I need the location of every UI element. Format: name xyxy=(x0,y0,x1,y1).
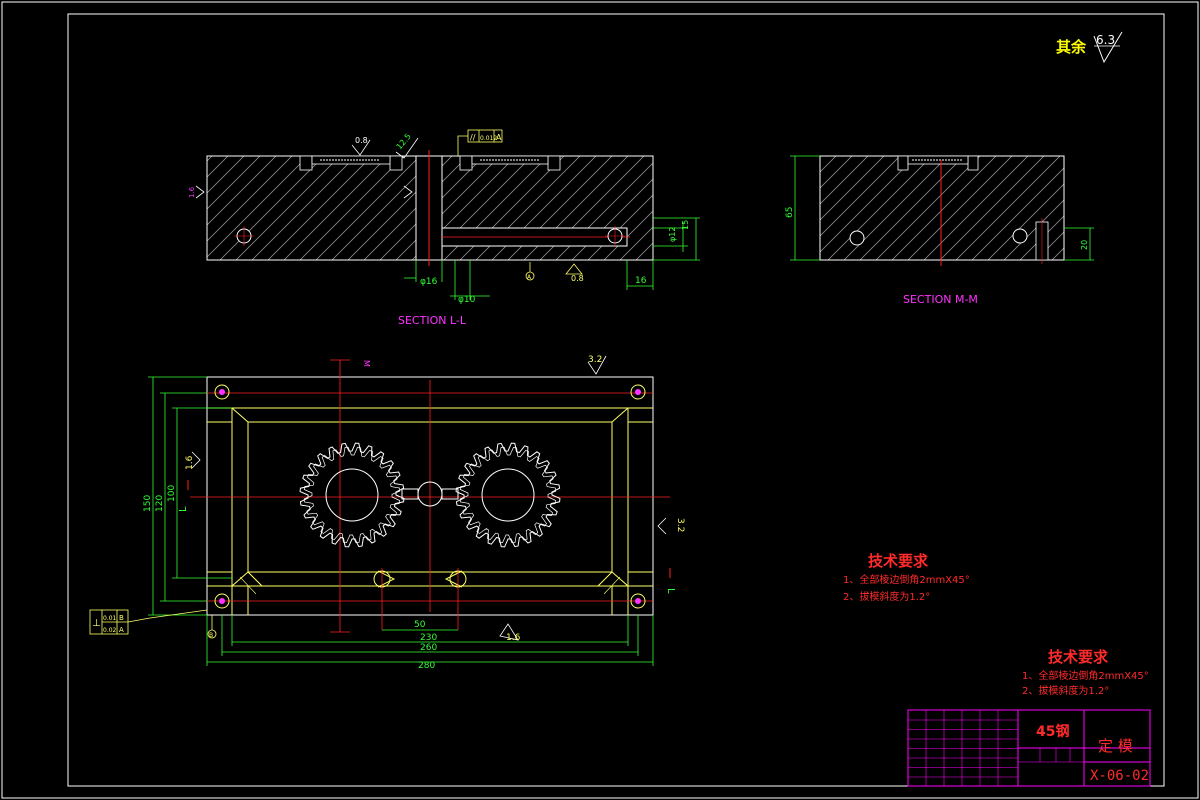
plan-dim-inner-height: 100 xyxy=(167,485,177,502)
svg-text://: // xyxy=(470,133,476,142)
title-block-part-name: 定 模 xyxy=(1098,737,1133,755)
section-ll-title: SECTION L-L xyxy=(398,314,467,327)
svg-text:0.02: 0.02 xyxy=(103,627,117,634)
svg-text:⊥: ⊥ xyxy=(92,618,101,629)
tech-req-2-title: 技术要求 xyxy=(1048,648,1109,666)
section-ll-roughness-top-left: 0.8 xyxy=(355,136,368,145)
svg-text:A: A xyxy=(496,133,502,142)
section-mm-hole-left xyxy=(849,230,865,246)
cad-drawing: 其余 6.3 φ16 φ10 16 φ12 15 0.8 12.5 // 0.0… xyxy=(1,1,1199,799)
plan-fcf: ⊥ 0.01 B 0.02 A xyxy=(89,609,208,635)
section-ll-dim-right-hole: φ12 xyxy=(668,227,677,242)
plan-roughness-bottom: 1.6 xyxy=(506,633,521,643)
section-ll-dim-bore: φ16 xyxy=(420,277,438,287)
gear-right xyxy=(455,442,561,548)
tech-req-2-line1: 1、全部棱边倒角2mmX45° xyxy=(1022,669,1149,682)
tech-requirements-2: 技术要求 1、全部棱边倒角2mmX45° 2、拔模斜度为1.2° xyxy=(1022,648,1149,697)
tech-req-1-title: 技术要求 xyxy=(868,552,929,570)
plan-dim-50: 50 xyxy=(414,620,426,630)
outer-frame xyxy=(1,1,1199,799)
surface-finish-value: 6.3 xyxy=(1096,33,1115,47)
section-mm-dim-depth: 20 xyxy=(1080,240,1089,250)
plan-dim-260: 260 xyxy=(420,643,437,653)
section-ll-roughness-bottom: 0.8 xyxy=(571,274,584,283)
title-block-drawing-number: X-06-02 xyxy=(1090,768,1149,784)
section-ll-dim-depth: 15 xyxy=(681,220,690,230)
surface-finish-label: 其余 xyxy=(1056,38,1087,56)
section-ll-roughness-side: 1.6 xyxy=(188,186,196,198)
plan-roughness-top: 3.2 xyxy=(588,355,602,365)
gear-left-inner xyxy=(303,446,401,544)
title-block: 45钢 定 模 X-06-02 xyxy=(907,709,1151,787)
plan-section-mark-l-left: L xyxy=(178,506,189,512)
tech-requirements-1: 技术要求 1、全部棱边倒角2mmX45° 2、拔模斜度为1.2° xyxy=(843,552,970,603)
plan-dim-230: 230 xyxy=(420,633,437,643)
guide-pin-center xyxy=(219,598,225,604)
section-mm-dim-height: 65 xyxy=(785,207,795,218)
svg-text:A: A xyxy=(119,626,124,634)
section-ll-roughness-top-mid: 12.5 xyxy=(395,132,413,151)
gear-left xyxy=(299,442,405,548)
gear-right-inner xyxy=(459,446,557,544)
section-mm-title: SECTION M-M xyxy=(903,293,978,306)
tech-req-2-line2: 2、拔模斜度为1.2° xyxy=(1022,684,1109,697)
gear-left-bore xyxy=(325,468,379,522)
plan-roughness-left: 1.6 xyxy=(185,455,195,470)
plan-roughness-right: 3.2 xyxy=(675,518,685,532)
section-ll-view: φ16 φ10 16 φ12 15 0.8 12.5 // 0.012 A 1.… xyxy=(188,129,700,327)
svg-text:B: B xyxy=(119,614,124,622)
section-ll-dim-right-offset: 16 xyxy=(635,276,647,286)
plan-section-mark-l-right: L xyxy=(665,588,676,594)
section-ll-fcf: // 0.012 A xyxy=(457,129,503,156)
guide-pin-center xyxy=(635,389,641,395)
section-ll-dim-pin: φ10 xyxy=(458,295,476,305)
plan-dim-total-height: 150 xyxy=(143,495,153,512)
plan-dim-slot-height: 120 xyxy=(155,495,165,512)
guide-pin-center xyxy=(635,598,641,604)
tech-req-1-line2: 2、拔模斜度为1.2° xyxy=(843,590,930,603)
plan-view: 150 120 100 50 230 260 280 3.2 3.2 1.6 1… xyxy=(89,355,685,671)
section-mm-hole-right xyxy=(1012,228,1028,244)
guide-pin-center xyxy=(219,389,225,395)
svg-text:0.01: 0.01 xyxy=(103,615,117,622)
tech-req-1-line1: 1、全部棱边倒角2mmX45° xyxy=(843,573,970,586)
title-block-material: 45钢 xyxy=(1036,723,1069,740)
svg-text:0.012: 0.012 xyxy=(480,135,497,142)
section-mm-view: 65 20 SECTION M-M xyxy=(785,155,1094,306)
plan-section-mark-m: M xyxy=(362,360,371,367)
plan-dim-280: 280 xyxy=(418,661,435,671)
gear-right-bore xyxy=(481,468,535,522)
surface-finish-note: 其余 6.3 xyxy=(1056,31,1123,64)
inner-frame xyxy=(67,13,1165,787)
plan-datum: B xyxy=(209,632,213,639)
